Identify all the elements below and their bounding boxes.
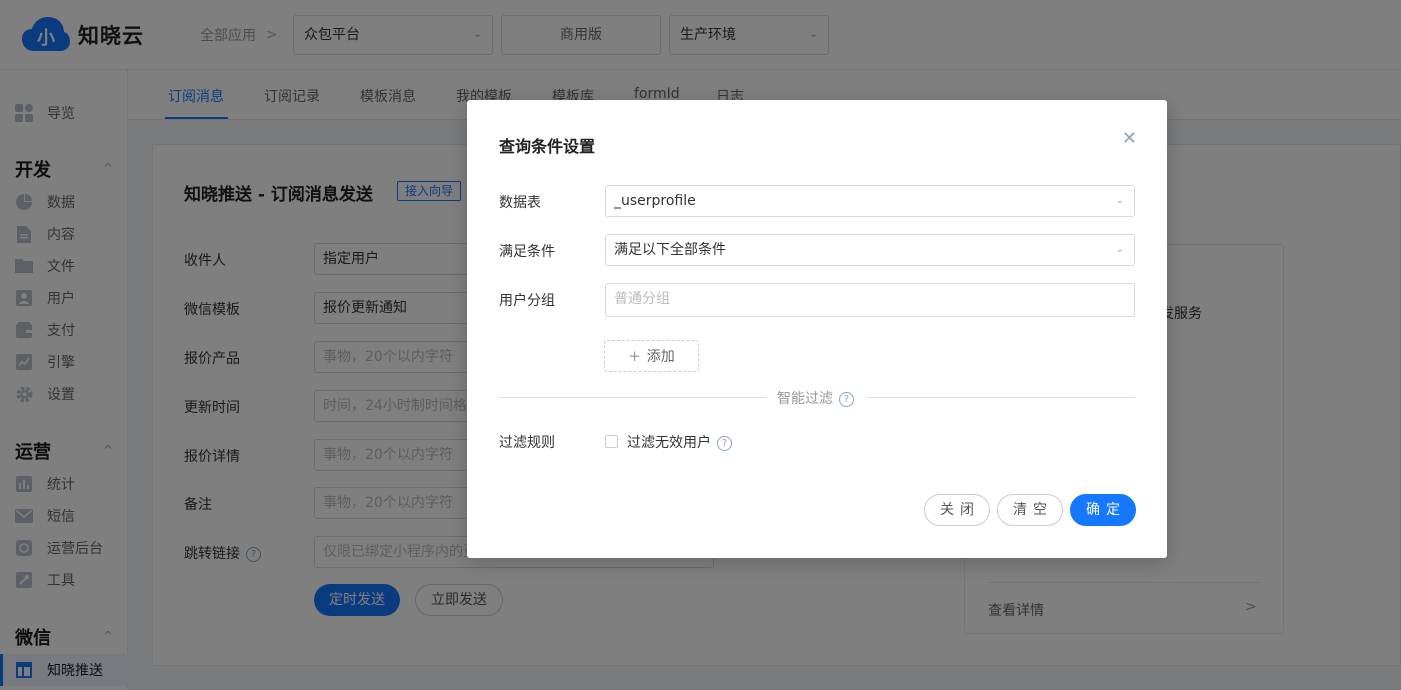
- condition-label: 满足条件: [499, 244, 555, 260]
- condition-select-value: 满足以下全部条件: [614, 242, 726, 258]
- table-select[interactable]: _userprofile ⌄: [605, 185, 1135, 217]
- plus-icon: +: [628, 347, 641, 365]
- filter-invalid-label: 过滤无效用户?: [627, 432, 732, 452]
- chevron-down-icon: ⌄: [1115, 195, 1124, 206]
- modal-title: 查询条件设置: [499, 137, 596, 156]
- filter-invalid-checkbox[interactable]: [605, 435, 618, 448]
- smart-filter-heading: 智能过滤?: [777, 388, 854, 408]
- add-condition-button[interactable]: + 添加: [604, 340, 699, 372]
- divider-right: [867, 397, 1135, 398]
- help-icon[interactable]: ?: [717, 435, 732, 451]
- filter-rule-label: 过滤规则: [499, 435, 555, 451]
- confirm-button[interactable]: 确定: [1070, 494, 1136, 526]
- add-button-label: 添加: [646, 349, 675, 365]
- close-icon[interactable]: ✕: [1122, 128, 1137, 149]
- smart-filter-text: 智能过滤: [777, 391, 833, 407]
- clear-button[interactable]: 清空: [997, 494, 1063, 526]
- user-group-label: 用户分组: [499, 293, 555, 309]
- help-icon[interactable]: ?: [839, 391, 854, 407]
- divider-left: [499, 397, 766, 398]
- table-select-value: _userprofile: [614, 193, 696, 209]
- chevron-down-icon: ⌄: [1115, 244, 1124, 255]
- condition-select[interactable]: 满足以下全部条件 ⌄: [605, 234, 1135, 266]
- user-group-input[interactable]: 普通分组: [605, 283, 1135, 317]
- table-label: 数据表: [499, 195, 541, 211]
- filter-invalid-text: 过滤无效用户: [627, 435, 711, 451]
- query-condition-modal: 查询条件设置 ✕ 数据表 _userprofile ⌄ 满足条件 满足以下全部条…: [467, 100, 1167, 558]
- close-button[interactable]: 关闭: [924, 494, 990, 526]
